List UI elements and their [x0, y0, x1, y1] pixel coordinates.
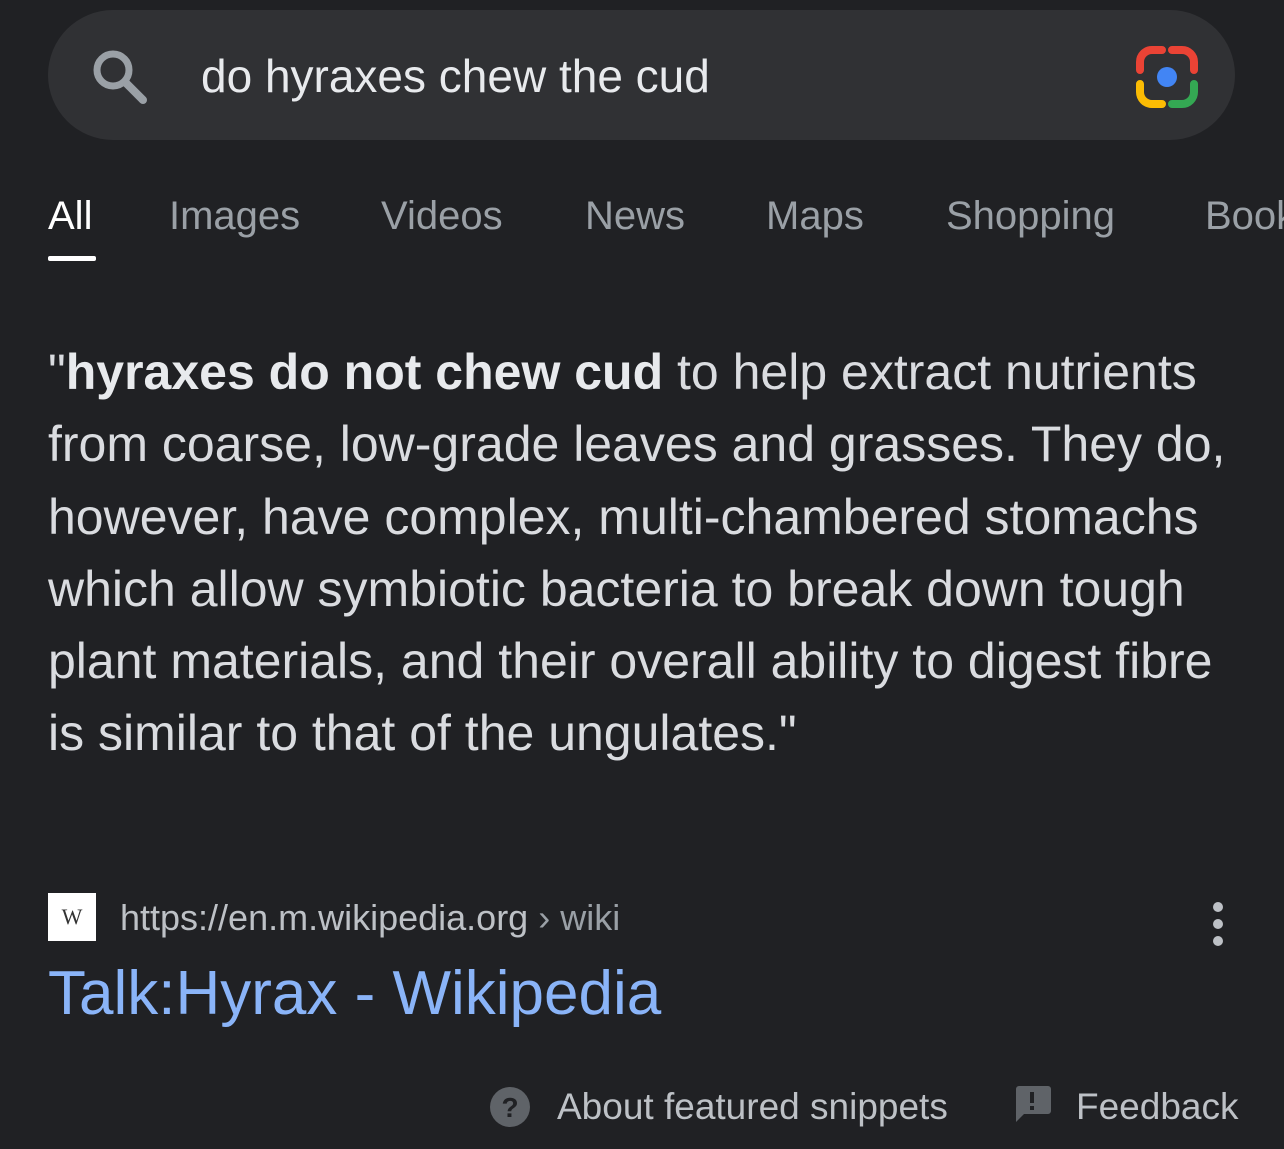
- tab-videos[interactable]: Videos: [381, 190, 503, 242]
- search-tabs: All Images Videos News Maps Shopping Boo…: [48, 190, 1284, 270]
- tab-all[interactable]: All: [48, 190, 92, 242]
- snippet-body: to help extract nutrients from coarse, l…: [48, 344, 1226, 762]
- feedback-icon: [1016, 1086, 1051, 1122]
- result-title-link[interactable]: Talk:Hyrax - Wikipedia: [48, 958, 661, 1030]
- url-breadcrumb: › wiki: [528, 897, 621, 938]
- svg-text:?: ?: [501, 1092, 518, 1123]
- tab-shopping[interactable]: Shopping: [946, 190, 1115, 242]
- search-icon[interactable]: [88, 45, 152, 109]
- url-domain: https://en.m.wikipedia.org: [120, 897, 529, 938]
- wikipedia-favicon: W: [48, 893, 96, 941]
- search-input[interactable]: do hyraxes chew the cud: [201, 50, 710, 102]
- more-vert-icon[interactable]: [1203, 899, 1233, 949]
- result-url[interactable]: https://en.m.wikipedia.org › wiki: [120, 896, 620, 940]
- help-icon: ?: [490, 1087, 530, 1127]
- tab-images[interactable]: Images: [169, 190, 300, 242]
- snippet-highlight: hyraxes do not chew cud: [65, 344, 664, 400]
- tab-books[interactable]: Books: [1205, 190, 1284, 242]
- featured-snippet-text: "hyraxes do not chew cud to help extract…: [48, 336, 1248, 770]
- snippet-open-quote: ": [48, 344, 66, 400]
- search-results-page: do hyraxes chew the cud All Images Video…: [0, 0, 1284, 1149]
- tab-maps[interactable]: Maps: [766, 190, 864, 242]
- about-featured-snippets-label: About featured snippets: [557, 1086, 948, 1127]
- google-lens-icon[interactable]: [1130, 40, 1204, 114]
- tab-news[interactable]: News: [585, 190, 685, 242]
- active-tab-indicator: [48, 256, 96, 261]
- result-source: W https://en.m.wikipedia.org › wiki: [48, 893, 1248, 946]
- feedback-label: Feedback: [1076, 1086, 1239, 1127]
